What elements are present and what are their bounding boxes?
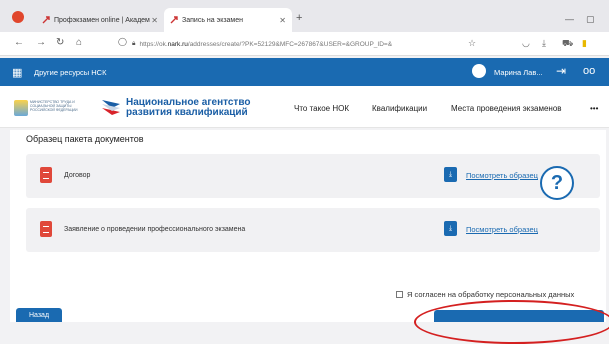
tab-exam-registration[interactable]: Запись на экзамен ✕ xyxy=(164,8,292,32)
glasses-icon[interactable]: oo xyxy=(583,65,595,77)
bookmark-icon xyxy=(42,16,50,24)
tab-profexam[interactable]: Профэкзамен online | Академ ✕ xyxy=(36,8,164,32)
download-icon[interactable]: ⤓ xyxy=(444,167,457,182)
annotation-circle xyxy=(414,300,609,344)
back-arrow-icon[interactable]: ← xyxy=(14,37,24,48)
grid-icon[interactable]: ▦ xyxy=(12,66,22,79)
nav-what-is-nok[interactable]: Что такое НОК xyxy=(294,104,349,113)
document-icon xyxy=(40,167,52,183)
section-title: Образец пакета документов xyxy=(26,134,144,144)
document-row: Договор ⤓ Посмотреть образец xyxy=(26,154,600,198)
help-button[interactable]: ? xyxy=(540,166,574,200)
logout-icon[interactable]: ⇥ xyxy=(556,64,566,78)
close-icon[interactable]: ✕ xyxy=(279,16,286,25)
user-icon[interactable] xyxy=(472,64,486,78)
close-icon[interactable]: ✕ xyxy=(151,16,158,25)
nak-logo-icon xyxy=(102,100,120,115)
address-bar: ← → ↻ ⌂ ◯ 🔒︎ https://ok. nark.ru/addresse… xyxy=(0,32,609,56)
site-header: МИНИСТЕРСТВО ТРУДА И СОЦИАЛЬНОЙ ЗАЩИТЫ Р… xyxy=(0,86,609,128)
nak-title[interactable]: Национальное агентство развития квалифик… xyxy=(126,98,250,118)
download-icon[interactable]: ⤓ xyxy=(444,221,457,236)
lock-icon: 🔒︎ xyxy=(132,40,136,47)
document-name: Договор xyxy=(64,172,91,179)
mintrud-caption: МИНИСТЕРСТВО ТРУДА И СОЦИАЛЬНОЙ ЗАЩИТЫ Р… xyxy=(30,100,78,112)
user-name[interactable]: Марина Лав... xyxy=(494,68,543,77)
consent-label: Я согласен на обработку персональных дан… xyxy=(407,290,575,299)
document-row: Заявление о проведении профессионального… xyxy=(26,208,600,252)
document-name: Заявление о проведении профессионального… xyxy=(64,226,246,233)
consent-checkbox[interactable] xyxy=(396,291,403,298)
other-resources-link[interactable]: Другие ресурсы НСК xyxy=(34,68,106,77)
url-field[interactable]: 🔒︎ https://ok. nark.ru/addresses/create/?… xyxy=(132,36,482,52)
maximize-icon[interactable]: ▢ xyxy=(586,14,595,25)
back-button[interactable]: Назад xyxy=(16,308,62,322)
extension-icon[interactable]: ▮ xyxy=(582,38,587,49)
view-sample-link[interactable]: Посмотреть образец xyxy=(466,225,538,234)
view-sample-link[interactable]: Посмотреть образец xyxy=(466,171,538,180)
browser-logo-icon[interactable] xyxy=(12,11,24,23)
more-menu-icon[interactable]: ••• xyxy=(590,104,598,113)
minimize-icon[interactable]: — xyxy=(565,14,574,24)
tab-label: Запись на экзамен xyxy=(182,16,244,24)
star-icon[interactable]: ☆ xyxy=(468,38,476,49)
bookmark-icon xyxy=(170,16,178,24)
plus-icon[interactable]: + xyxy=(296,12,302,24)
home-icon[interactable]: ⌂ xyxy=(76,37,82,48)
forward-arrow-icon[interactable]: → xyxy=(36,37,46,48)
download-icon[interactable]: ⤓ xyxy=(542,38,546,49)
cart-icon[interactable]: ⛟ xyxy=(562,38,573,50)
nav-qualifications[interactable]: Квалификации xyxy=(372,104,427,113)
browser-tabbar: Профэкзамен online | Академ ✕ Запись на … xyxy=(0,0,609,32)
site-topbar: ▦ Другие ресурсы НСК Марина Лав... ⇥ oo xyxy=(0,58,609,86)
tab-label: Профэкзамен online | Академ xyxy=(54,16,150,24)
document-icon xyxy=(40,221,52,237)
pocket-icon[interactable]: ◡ xyxy=(522,38,530,49)
nav-exam-locations[interactable]: Места проведения экзаменов xyxy=(451,104,562,113)
shield-icon[interactable]: ◯ xyxy=(118,37,127,46)
consent-checkbox-row[interactable]: Я согласен на обработку персональных дан… xyxy=(396,290,574,299)
reload-icon[interactable]: ↻ xyxy=(56,37,64,48)
